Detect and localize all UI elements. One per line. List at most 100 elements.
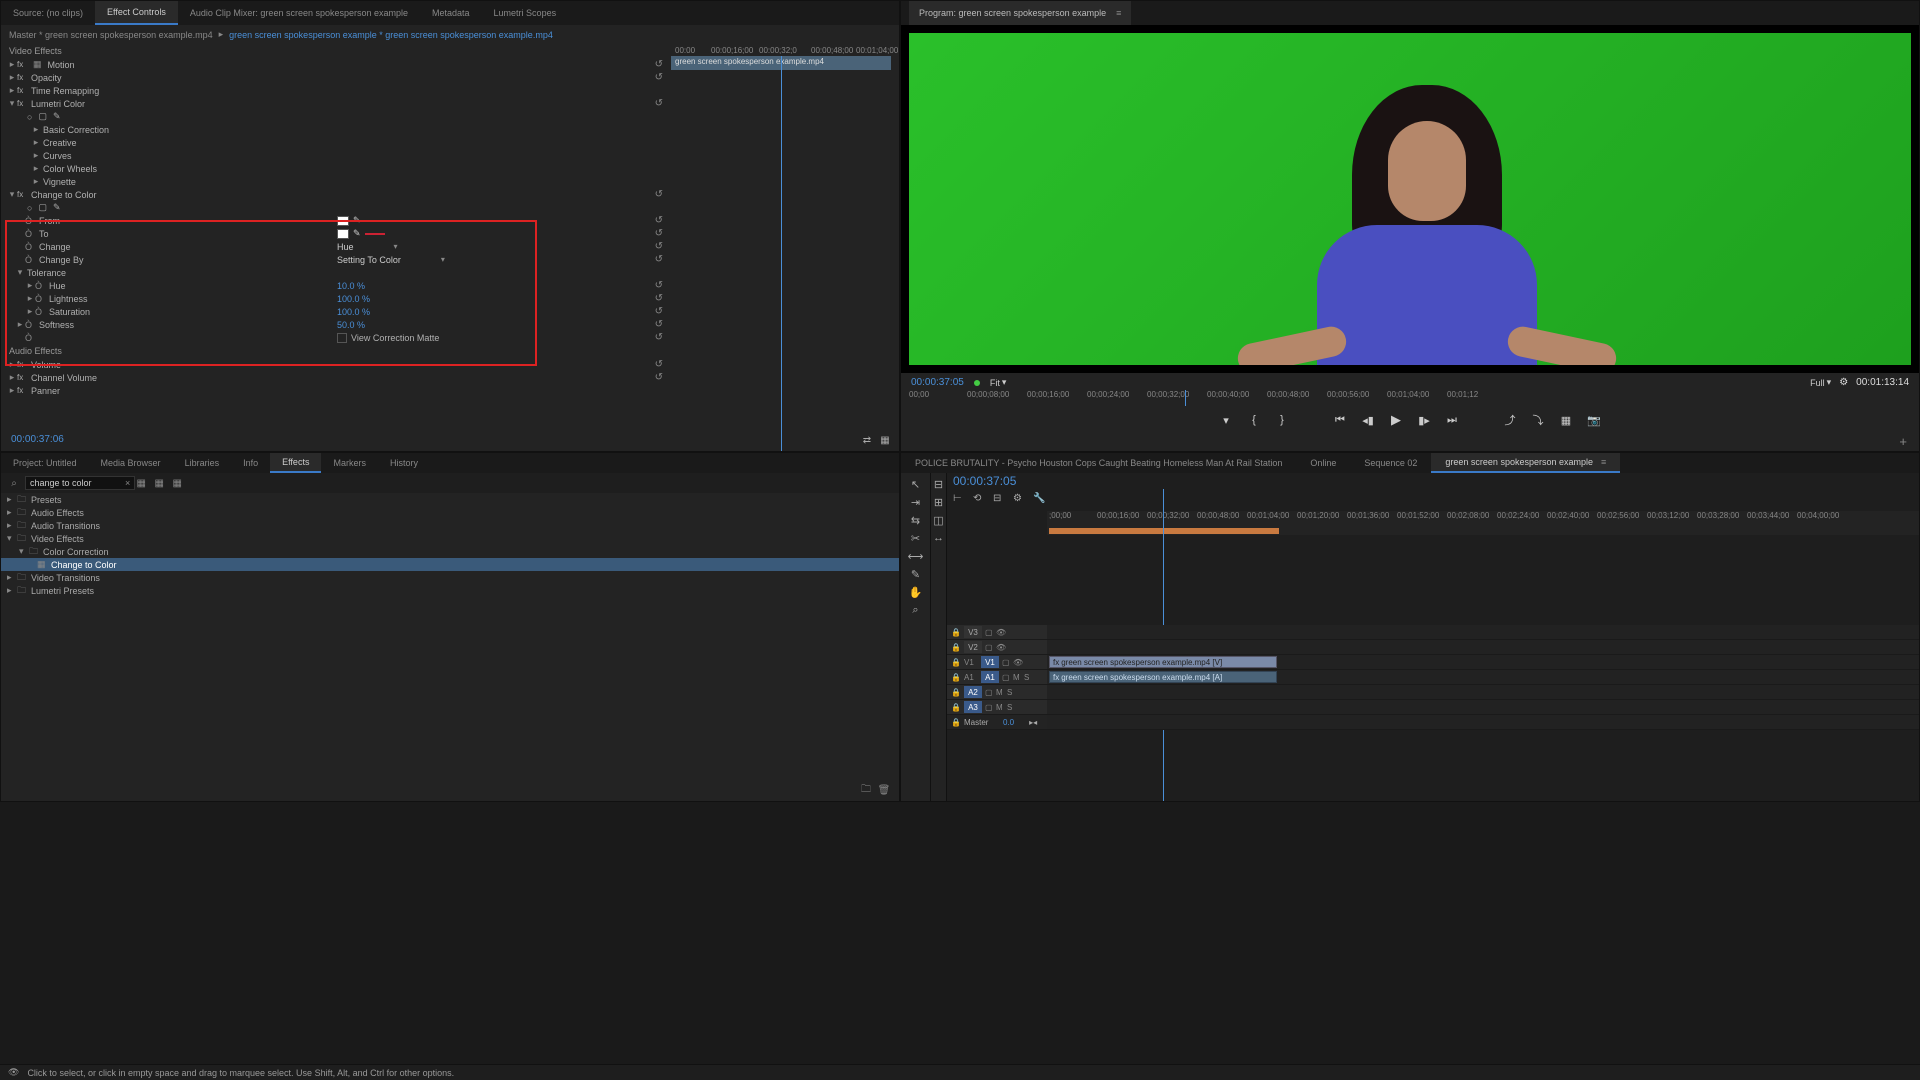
program-timecode-left[interactable]: 00:00:37:05: [911, 377, 964, 388]
lumetri-curves[interactable]: Curves: [41, 151, 671, 161]
tool-b2-icon[interactable]: ⊞: [932, 495, 946, 509]
toggle-output-icon[interactable]: ▢: [985, 643, 993, 652]
eye-icon[interactable]: 👁: [996, 628, 1004, 637]
breadcrumb-sequence[interactable]: green screen spokesperson example * gree…: [229, 30, 553, 40]
timeline-tab-3[interactable]: green screen spokesperson example≡: [1431, 453, 1620, 473]
tab-markers[interactable]: Markers: [321, 453, 378, 473]
mute-icon[interactable]: ▢: [1002, 673, 1010, 682]
twirl-icon[interactable]: ▸: [7, 359, 17, 370]
frame-back-icon[interactable]: ◂▮: [1359, 411, 1377, 429]
effects-search-input[interactable]: [25, 476, 135, 490]
twirl-icon[interactable]: ▸: [7, 507, 17, 518]
reset-icon[interactable]: ↺: [655, 372, 663, 383]
track-select-tool-icon[interactable]: ⇥: [909, 495, 923, 509]
effect-lumetri[interactable]: Lumetri Color: [29, 99, 671, 109]
extract-icon[interactable]: ⤵: [1529, 411, 1547, 429]
twirl-icon[interactable]: ▸: [7, 85, 17, 96]
effect-panner[interactable]: Panner: [29, 386, 671, 396]
mark-out-icon[interactable]: {: [1245, 411, 1263, 429]
ec-playhead[interactable]: [781, 56, 782, 451]
razor-tool-icon[interactable]: ✂: [909, 531, 923, 545]
toggle-output-icon[interactable]: ▢: [1002, 658, 1010, 667]
program-mini-timeline[interactable]: 00;00 00;00;08;00 00;00;16;00 00;00;24;0…: [907, 390, 1913, 406]
twirl-icon[interactable]: ▸: [31, 150, 41, 161]
reset-icon[interactable]: ↺: [655, 306, 663, 317]
s-icon[interactable]: S: [1024, 673, 1032, 682]
output-icon[interactable]: ▸◂: [1029, 718, 1037, 727]
twirl-icon[interactable]: ▾: [15, 267, 25, 278]
tab-lumetri-scopes[interactable]: Lumetri Scopes: [482, 1, 569, 25]
export-frame-icon[interactable]: ▦: [1557, 411, 1575, 429]
checkbox-view-matte[interactable]: [337, 333, 347, 343]
program-viewer[interactable]: [901, 25, 1919, 373]
reset-icon[interactable]: ↺: [655, 293, 663, 304]
mask-rect-icon[interactable]: ▢: [38, 202, 47, 213]
twirl-icon[interactable]: ▾: [7, 98, 17, 109]
keyframe-toggle-icon[interactable]: Ò: [35, 307, 47, 317]
twirl-icon[interactable]: ▸: [25, 306, 35, 317]
folder-audio-fx[interactable]: Audio Effects: [29, 508, 84, 518]
reset-icon[interactable]: ↺: [655, 72, 663, 83]
keyframe-toggle-icon[interactable]: Ò: [25, 255, 37, 265]
reset-icon[interactable]: ↺: [655, 319, 663, 330]
twirl-icon[interactable]: ▸: [7, 520, 17, 531]
timeline-timecode[interactable]: 00:00:37:05: [953, 474, 1016, 488]
effect-volume[interactable]: Volume: [29, 360, 671, 370]
lock-icon[interactable]: 🔒: [951, 718, 961, 727]
effect-channel-volume[interactable]: Channel Volume: [29, 373, 671, 383]
reset-icon[interactable]: ↺: [655, 280, 663, 291]
eye-icon[interactable]: 👁: [1013, 658, 1021, 667]
lumetri-basic[interactable]: Basic Correction: [41, 125, 671, 135]
timeline-tab-0[interactable]: POLICE BRUTALITY - Psycho Houston Cops C…: [901, 453, 1296, 473]
folder-video-tr[interactable]: Video Transitions: [29, 573, 100, 583]
resolution-dropdown[interactable]: Full▾: [1810, 377, 1831, 388]
zoom-tool-icon[interactable]: ⌕: [909, 603, 923, 617]
tab-libraries[interactable]: Libraries: [173, 453, 232, 473]
keyframe-toggle-icon[interactable]: Ò: [25, 229, 37, 239]
timeline-ruler[interactable]: ;00;00 00;00;16;00 00;00;32;00 00;00;48;…: [1047, 511, 1919, 527]
twirl-icon[interactable]: ▸: [15, 319, 25, 330]
reset-icon[interactable]: ↺: [655, 98, 663, 109]
panel-menu-icon[interactable]: ▦: [877, 433, 893, 447]
settings-icon[interactable]: ⚙: [1839, 377, 1848, 388]
toggle-timeline-icon[interactable]: ⇄: [859, 433, 875, 447]
tool-b1-icon[interactable]: ⊟: [932, 477, 946, 491]
audio-clip[interactable]: fxgreen screen spokesperson example.mp4 …: [1049, 671, 1277, 683]
m-icon[interactable]: M: [996, 703, 1004, 712]
effect-opacity[interactable]: Opacity: [29, 73, 671, 83]
camera-icon[interactable]: 📷: [1585, 411, 1603, 429]
mute-icon[interactable]: ▢: [985, 703, 993, 712]
ec-mini-timeline[interactable]: 00:00 00:00;16;00 00:00;32;0 00:00;48;00…: [671, 44, 891, 56]
twirl-icon[interactable]: ▸: [7, 385, 17, 396]
mark-in-icon[interactable]: ▾: [1217, 411, 1235, 429]
reset-icon[interactable]: ↺: [655, 332, 663, 343]
tab-effect-controls[interactable]: Effect Controls: [95, 1, 178, 25]
twirl-icon[interactable]: ▸: [7, 572, 17, 583]
reset-icon[interactable]: ↺: [655, 241, 663, 252]
work-area-bar[interactable]: [1049, 528, 1279, 534]
twirl-icon[interactable]: ▸: [31, 163, 41, 174]
eyedropper-icon[interactable]: ✎: [353, 215, 361, 226]
m-icon[interactable]: M: [996, 688, 1004, 697]
add-button-icon[interactable]: +: [1899, 434, 1907, 449]
program-tab[interactable]: Program: green screen spokesperson examp…: [909, 1, 1131, 25]
tool-b4-icon[interactable]: ↔: [932, 531, 946, 545]
reset-icon[interactable]: ↺: [655, 359, 663, 370]
s-icon[interactable]: S: [1007, 703, 1015, 712]
twirl-icon[interactable]: ▸: [25, 280, 35, 291]
toggle-output-icon[interactable]: ▢: [985, 628, 993, 637]
mute-icon[interactable]: ▢: [985, 688, 993, 697]
lock-icon[interactable]: 🔒: [951, 643, 961, 652]
keyframe-toggle-icon[interactable]: Ò: [25, 216, 37, 226]
timeline-work-area[interactable]: [1047, 527, 1919, 535]
tab-metadata[interactable]: Metadata: [420, 1, 482, 25]
twirl-icon[interactable]: ▾: [7, 189, 17, 200]
twirl-icon[interactable]: ▸: [7, 585, 17, 596]
tab-effects[interactable]: Effects: [270, 453, 321, 473]
keyframe-toggle-icon[interactable]: Ò: [35, 294, 47, 304]
clear-search-icon[interactable]: ×: [125, 478, 130, 488]
marker-icon[interactable]: ⊟: [993, 493, 1007, 507]
effect-controls-timecode[interactable]: 00:00:37:06: [3, 430, 72, 449]
tab-audio-mixer[interactable]: Audio Clip Mixer: green screen spokesper…: [178, 1, 420, 25]
keyframe-toggle-icon[interactable]: Ò: [25, 242, 37, 252]
